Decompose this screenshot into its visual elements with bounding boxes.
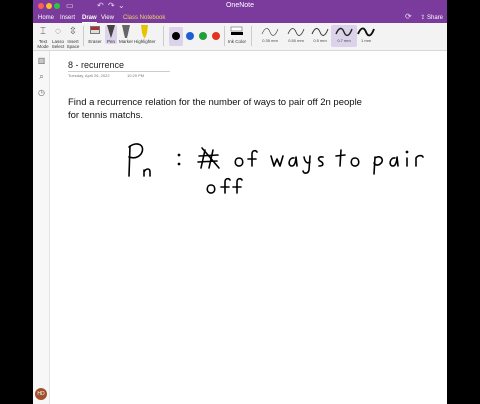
handwritten-ink[interactable] — [33, 0, 447, 404]
onenote-window: ▭ ↶ ↷ ⌄ OneNote Home Insert Draw View Cl… — [33, 0, 447, 404]
